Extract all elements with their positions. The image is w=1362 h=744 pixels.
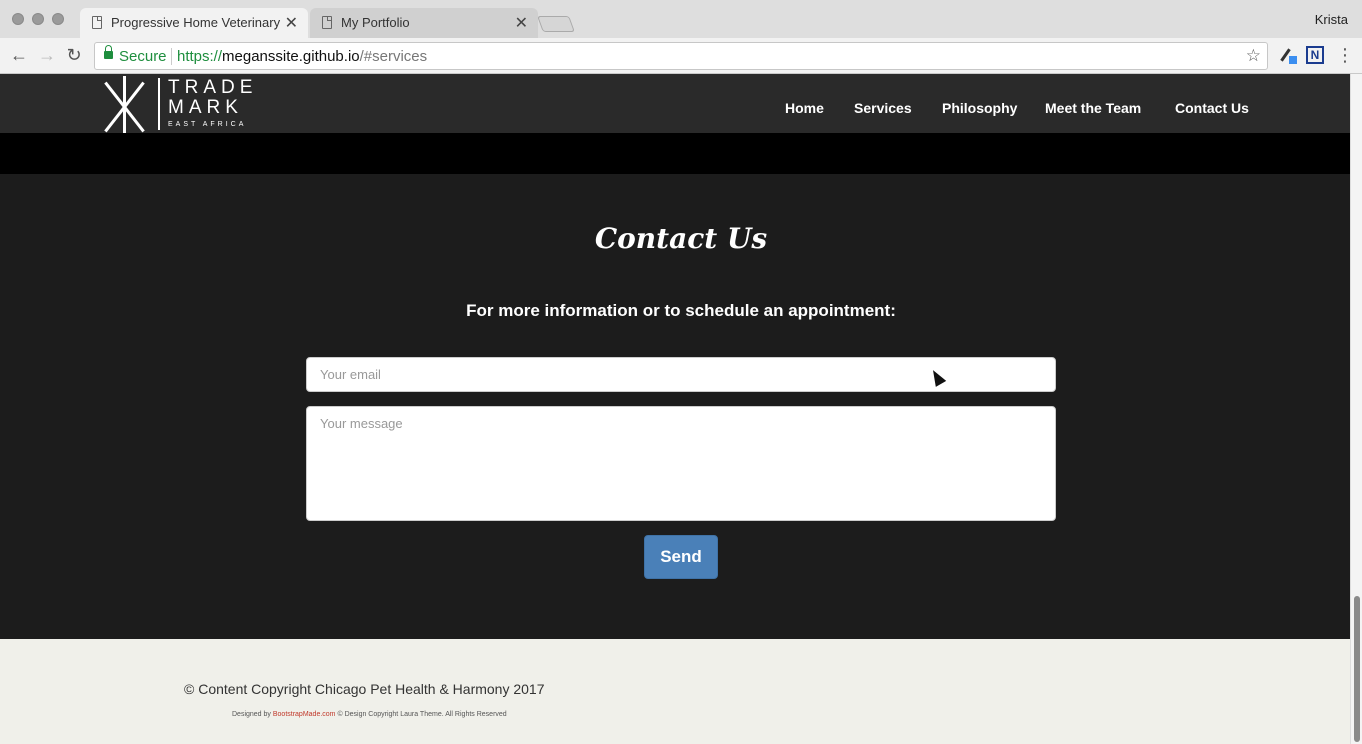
page-scrollbar[interactable] [1350, 74, 1362, 744]
url-text[interactable]: https://meganssite.github.io/#services [177, 48, 427, 65]
tab-title: My Portfolio [341, 15, 410, 30]
designed-by-label: Designed by [232, 711, 273, 718]
lock-icon [104, 45, 113, 59]
browser-tab-bar: Progressive Home Veterinary C ✕ My Portf… [0, 0, 1362, 38]
pen-extension-icon[interactable] [1280, 48, 1297, 64]
web-page: TRADE MARK EAST AFRICA Home Services Phi… [0, 74, 1350, 744]
maximize-window-button[interactable] [52, 13, 64, 25]
nav-home[interactable]: Home [785, 100, 824, 116]
n-extension-icon[interactable]: N [1306, 46, 1324, 64]
section-divider-band [0, 133, 1350, 174]
nav-meet-the-team[interactable]: Meet the Team [1045, 100, 1141, 116]
site-footer: © Content Copyright Chicago Pet Health &… [0, 639, 1350, 744]
contact-subtitle: For more information or to schedule an a… [466, 301, 896, 320]
nav-contact-us[interactable]: Contact Us [1175, 100, 1249, 116]
blue-square [1289, 56, 1297, 64]
bookmark-star-icon[interactable]: ☆ [1246, 46, 1261, 66]
send-button[interactable]: Send [644, 535, 718, 579]
document-icon [92, 16, 102, 29]
contact-section: Contact Us For more information or to sc… [0, 174, 1350, 639]
close-tab-icon[interactable]: ✕ [285, 13, 298, 33]
reload-icon[interactable]: ↻ [63, 44, 85, 66]
designer-link[interactable]: BootstrapMade.com [273, 711, 336, 718]
site-header: TRADE MARK EAST AFRICA Home Services Phi… [0, 74, 1350, 134]
close-tab-icon[interactable]: ✕ [515, 13, 528, 33]
logo-divider [158, 78, 160, 130]
tab-progressive-home-veterinary[interactable]: Progressive Home Veterinary C ✕ [80, 8, 308, 38]
new-tab-button[interactable] [537, 16, 575, 32]
forward-arrow-icon[interactable]: → [36, 44, 58, 66]
copyright-text: © Content Copyright Chicago Pet Health &… [184, 681, 545, 697]
tab-my-portfolio[interactable]: My Portfolio ✕ [310, 8, 538, 38]
contact-title: Contact Us [594, 222, 768, 255]
back-arrow-icon[interactable]: ← [8, 44, 30, 66]
address-bar[interactable]: Secure https://meganssite.github.io/#ser… [94, 42, 1268, 70]
secure-label: Secure [119, 48, 167, 65]
tab-title: Progressive Home Veterinary C [111, 15, 281, 30]
url-path: /#services [359, 48, 428, 65]
design-copyright: © Design Copyright Laura Theme. All Righ… [335, 711, 507, 718]
divider [171, 48, 172, 65]
nav-philosophy[interactable]: Philosophy [942, 100, 1017, 116]
message-field[interactable] [306, 406, 1056, 521]
minimize-window-button[interactable] [32, 13, 44, 25]
logo-word-mark: MARK [168, 97, 243, 118]
scrollbar-thumb[interactable] [1354, 596, 1360, 742]
profile-name[interactable]: Krista [1315, 12, 1348, 27]
browser-toolbar: ← → ↻ Secure https://meganssite.github.i… [0, 38, 1362, 74]
close-window-button[interactable] [12, 13, 24, 25]
nav-services[interactable]: Services [854, 100, 912, 116]
logo-word-trade: TRADE [168, 77, 258, 98]
email-field[interactable] [306, 357, 1056, 392]
url-scheme: https:// [177, 48, 223, 65]
logo-word-east-africa: EAST AFRICA [168, 121, 247, 128]
trademark-logo[interactable]: TRADE MARK EAST AFRICA [101, 76, 252, 134]
browser-menu-icon[interactable]: ⋮ [1336, 46, 1354, 64]
design-credits: Designed by BootstrapMade.com © Design C… [232, 711, 507, 718]
url-host: meganssite.github.io [222, 48, 360, 65]
document-icon [322, 16, 332, 29]
